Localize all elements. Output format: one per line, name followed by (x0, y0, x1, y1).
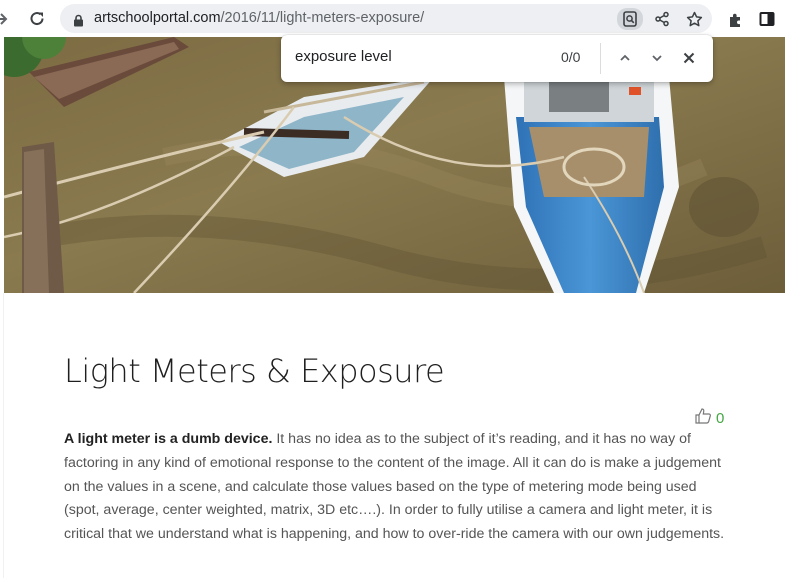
bookmark-star-icon[interactable] (684, 9, 704, 29)
reload-icon[interactable] (26, 8, 48, 30)
find-separator (600, 43, 601, 74)
find-in-page-bar: 0/0 (281, 35, 713, 82)
url-domain: artschoolportal.com (94, 10, 221, 26)
find-input[interactable] (295, 48, 545, 65)
intro-bold-lead: A light meter is a dumb device. (64, 431, 273, 447)
url-text[interactable]: artschoolportal.com/2016/11/light-meters… (94, 10, 424, 26)
side-panel-icon[interactable] (756, 8, 778, 30)
forward-arrow-icon[interactable] (0, 8, 12, 30)
find-previous-chevron-up-icon[interactable] (614, 47, 636, 69)
article-intro-paragraph: A light meter is a dumb device. It has n… (64, 428, 729, 547)
lock-icon[interactable] (73, 12, 84, 31)
like-count: 0 (716, 409, 725, 427)
find-match-count: 0/0 (561, 49, 581, 65)
close-find-icon[interactable] (678, 47, 700, 69)
address-bar[interactable]: artschoolportal.com/2016/11/light-meters… (60, 4, 712, 33)
page-left-edge (0, 293, 4, 578)
article-title: Light Meters & Exposure (64, 352, 445, 390)
thumbs-up-icon[interactable] (694, 407, 712, 429)
share-icon[interactable] (652, 9, 672, 29)
extensions-puzzle-icon[interactable] (724, 8, 746, 30)
browser-toolbar: artschoolportal.com/2016/11/light-meters… (0, 0, 785, 37)
intro-body-text: It has no idea as to the subject of it’s… (64, 431, 725, 543)
url-path: /2016/11/light-meters-exposure/ (220, 10, 425, 26)
like-widget[interactable]: 0 (694, 407, 724, 429)
find-next-chevron-down-icon[interactable] (646, 47, 668, 69)
find-in-page-icon[interactable] (617, 8, 643, 30)
